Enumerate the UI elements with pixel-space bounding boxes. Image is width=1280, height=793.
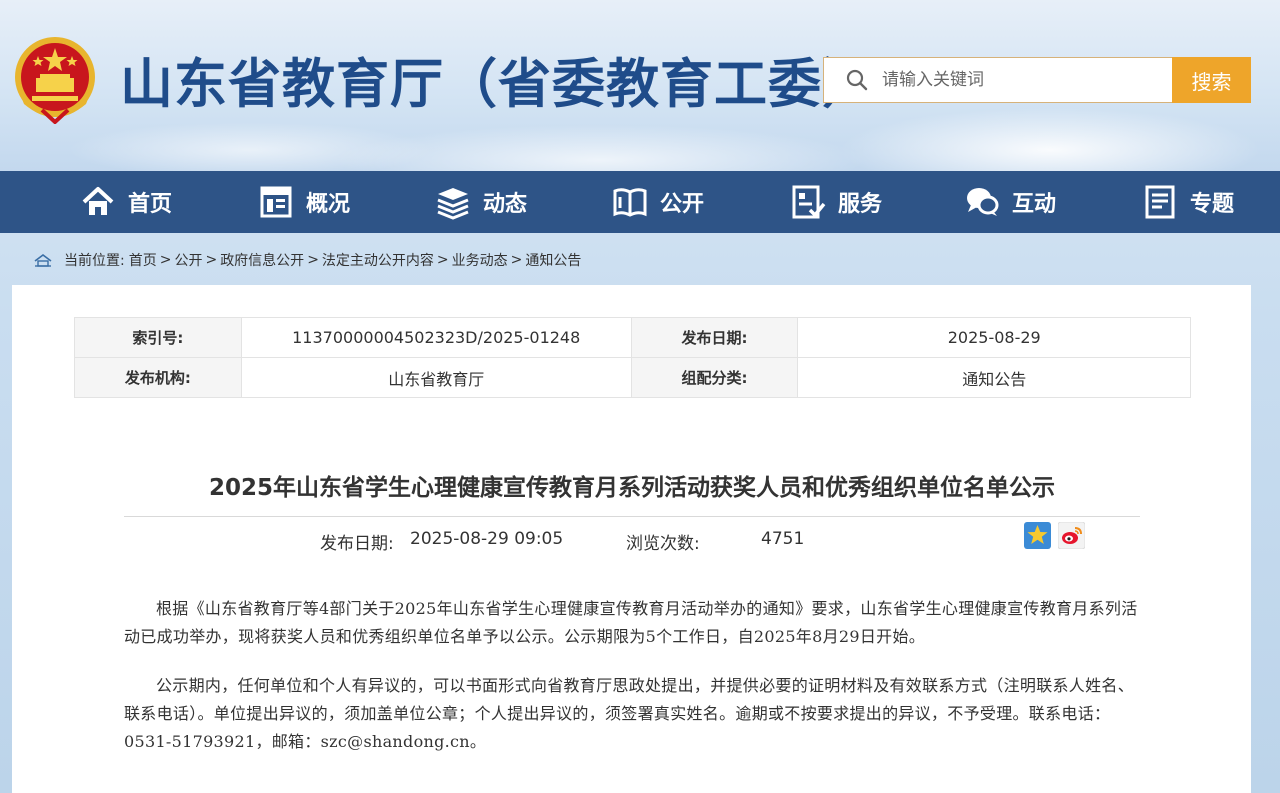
breadcrumb-separator: > (159, 252, 172, 268)
search-box (823, 57, 1173, 103)
org-value: 山东省教育厅 (240, 357, 632, 398)
article-title: 2025年山东省学生心理健康宣传教育月系列活动获奖人员和优秀组织单位名单公示 (208, 475, 1055, 501)
index-label: 索引号: (74, 317, 242, 358)
overview-icon (260, 186, 292, 218)
breadcrumb-separator: > (307, 252, 319, 268)
nav-label: 专题 (1190, 192, 1235, 217)
nav-label: 服务 (838, 192, 883, 217)
body-paragraph-1: 根据《山东省教育厅等4部门关于2025年山东省学生心理健康宣传教育月活动举办的通… (124, 599, 1138, 646)
main-nav: 首页 概况 动态 公开 服务 互动 专题 (0, 171, 1280, 233)
article-card: 索引号: 11370000004502323D/2025-01248 发布日期:… (12, 285, 1251, 793)
breadcrumb-separator: > (436, 252, 449, 268)
breadcrumb-item-notice[interactable]: 通知公告 (525, 250, 581, 270)
nav-item-news[interactable]: 动态 (435, 171, 527, 233)
publish-value: 2025-08-29 09:05 (410, 529, 564, 549)
breadcrumb-separator: > (510, 252, 523, 268)
views-label: 浏览次数: (626, 534, 700, 554)
nav-item-service[interactable]: 服务 (790, 171, 882, 233)
nav-item-topic[interactable]: 专题 (1142, 171, 1234, 233)
search-icon (846, 69, 868, 91)
index-value: 11370000004502323D/2025-01248 (240, 317, 632, 358)
breadcrumb-item-gov-info[interactable]: 政府信息公开 (220, 250, 304, 270)
breadcrumb-item-business[interactable]: 业务动态 (452, 250, 508, 270)
publish-label: 发布日期: (320, 534, 394, 554)
search-button[interactable]: 搜索 (1172, 57, 1251, 103)
date-value: 2025-08-29 (797, 317, 1191, 358)
chat-icon (967, 188, 999, 216)
date-label: 发布日期: (630, 317, 799, 358)
nav-label: 公开 (660, 192, 705, 217)
nav-label: 首页 (128, 192, 173, 217)
breadcrumb: 当前位置: 首页 > 公开 > 政府信息公开 > 法定主动公开内容 > 业务动态… (34, 250, 581, 270)
news-icon (437, 188, 469, 220)
home-icon (82, 187, 114, 215)
nav-item-home[interactable]: 首页 (80, 171, 172, 233)
favorite-star-icon[interactable] (1024, 522, 1051, 549)
site-header: 山东省教育厅（省委教育工委） 搜索 (0, 0, 1280, 171)
breadcrumb-item-home[interactable]: 首页 (129, 250, 157, 270)
nav-item-interact[interactable]: 互动 (964, 171, 1056, 233)
category-label: 组配分类: (630, 357, 799, 398)
service-icon (792, 185, 826, 219)
breadcrumb-separator: > (205, 252, 218, 268)
title-divider (124, 516, 1140, 517)
category-value: 通知公告 (797, 357, 1191, 398)
breadcrumb-item-open[interactable]: 公开 (174, 250, 202, 270)
nav-item-overview[interactable]: 概况 (258, 171, 350, 233)
views-value: 4751 (761, 529, 805, 549)
search-input[interactable] (882, 70, 1152, 90)
site-title: 山东省教育厅（省委教育工委） (120, 54, 876, 115)
topic-icon (1145, 185, 1175, 219)
breadcrumb-item-statutory[interactable]: 法定主动公开内容 (322, 250, 434, 270)
weibo-icon[interactable] (1058, 522, 1085, 549)
nav-label: 概况 (306, 192, 351, 217)
meta-row: 发布机构: 山东省教育厅 组配分类: 通知公告 (74, 357, 1191, 398)
nav-item-open[interactable]: 公开 (612, 171, 704, 233)
book-icon (613, 188, 647, 217)
nav-label: 互动 (1012, 192, 1057, 217)
location-home-icon (34, 254, 52, 267)
nav-label: 动态 (483, 192, 528, 217)
meta-table: 索引号: 11370000004502323D/2025-01248 发布日期:… (74, 317, 1191, 398)
org-label: 发布机构: (74, 357, 242, 398)
body-paragraph-2: 公示期内，任何单位和个人有异议的，可以书面形式向省教育厅思政处提出，并提供必要的… (124, 676, 1135, 751)
national-emblem-icon (15, 37, 95, 124)
meta-row: 索引号: 11370000004502323D/2025-01248 发布日期:… (74, 317, 1191, 358)
breadcrumb-prefix: 当前位置: (64, 253, 125, 269)
